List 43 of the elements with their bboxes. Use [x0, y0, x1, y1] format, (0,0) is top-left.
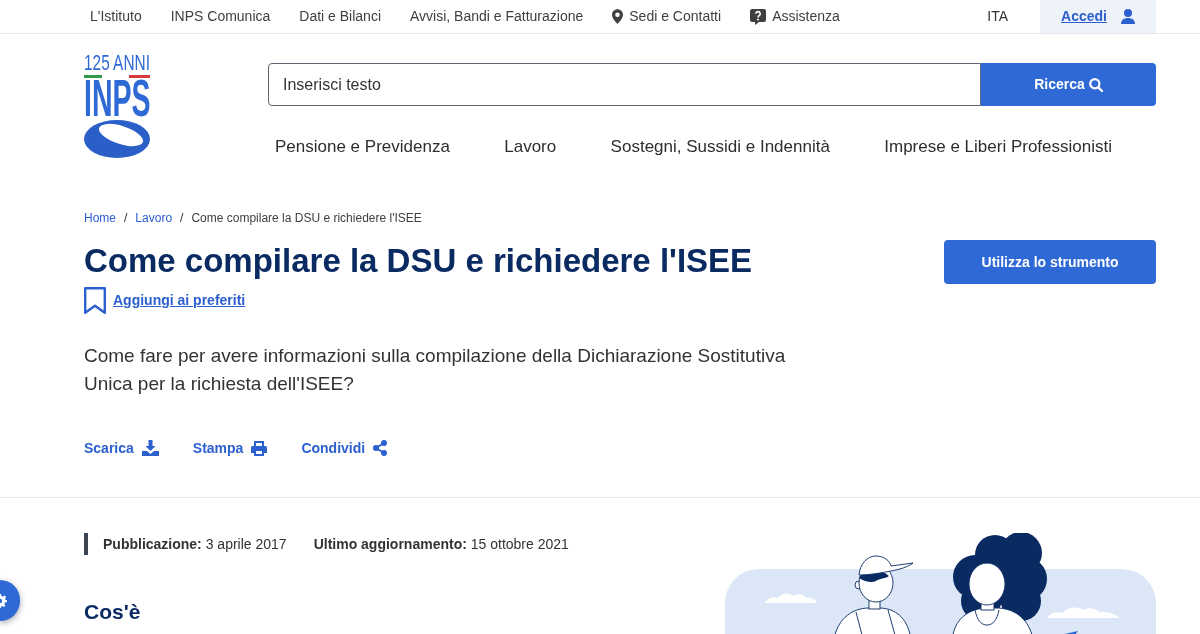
bookmark-icon: [84, 287, 106, 314]
printer-icon: [251, 440, 268, 456]
map-pin-icon: [612, 9, 624, 24]
breadcrumb-link[interactable]: Home: [84, 210, 116, 226]
section-heading: Cos'è: [84, 599, 142, 625]
download-icon: [141, 440, 159, 456]
main-nav-link[interactable]: Imprese e Liberi Professionisti: [884, 134, 1112, 160]
search-field[interactable]: Inserisci testo: [268, 63, 981, 106]
login-button[interactable]: Accedi: [1040, 0, 1156, 33]
meta-date-text: Ultimo aggiornamento: 15 ottobre 2021: [313, 534, 569, 554]
language-selector[interactable]: ITA: [987, 0, 1008, 33]
settings-button[interactable]: [0, 580, 20, 621]
main-nav-link[interactable]: Lavoro: [504, 134, 557, 160]
page-title: Come compilare la DSU e richiedere l'ISEE: [84, 241, 753, 281]
page-description: Come fare per avere informazioni sulla compilazione della Dichiarazione Sostitutiva Unica per la richiesta dell'ISEE?: [84, 344, 787, 396]
tricolor-stripe-icon: [84, 75, 150, 78]
top-nav-link[interactable]: Dati e Bilanci: [299, 6, 381, 27]
logo-text: INPS: [84, 79, 151, 119]
share-icon: [373, 440, 388, 456]
page-action-link[interactable]: Scarica: [84, 437, 159, 459]
top-nav-link[interactable]: Assistenza: [750, 6, 840, 27]
top-nav-link[interactable]: Sedi e Contatti: [612, 6, 722, 27]
help-bubble-icon: [750, 8, 767, 25]
breadcrumb-current: Come compilare la DSU e richiedere l'ISEE: [191, 210, 422, 226]
use-tool-button[interactable]: Utilizza lo strumento: [944, 240, 1156, 284]
breadcrumb-separator: /: [179, 210, 185, 226]
add-to-favorites-link[interactable]: Aggiungi ai preferiti: [113, 290, 246, 311]
page-action-link[interactable]: Stampa: [192, 437, 268, 459]
ring-logo-icon: [84, 120, 150, 158]
meta-date-text: Pubblicazione: 3 aprile 2017: [103, 534, 287, 554]
main-nav-link[interactable]: Pensione e Previdenza: [275, 134, 450, 160]
user-icon: [1120, 9, 1135, 24]
gear-icon: [0, 593, 7, 608]
search-icon: [1088, 77, 1103, 92]
top-nav-link[interactable]: INPS Comunica: [170, 6, 271, 27]
logo-anniversary-text: 125 ANNI: [84, 54, 150, 72]
top-nav-link[interactable]: Avvisi, Bandi e Fatturazione: [410, 6, 584, 27]
main-nav-link[interactable]: Sostegni, Sussidi e Indennità: [610, 134, 830, 160]
top-nav-link[interactable]: L'Istituto: [90, 6, 142, 27]
breadcrumb-separator: /: [123, 210, 129, 226]
page-action-link[interactable]: Condividi: [301, 437, 388, 459]
breadcrumb-link[interactable]: Lavoro: [135, 210, 173, 226]
search-button[interactable]: Ricerca: [981, 63, 1156, 106]
